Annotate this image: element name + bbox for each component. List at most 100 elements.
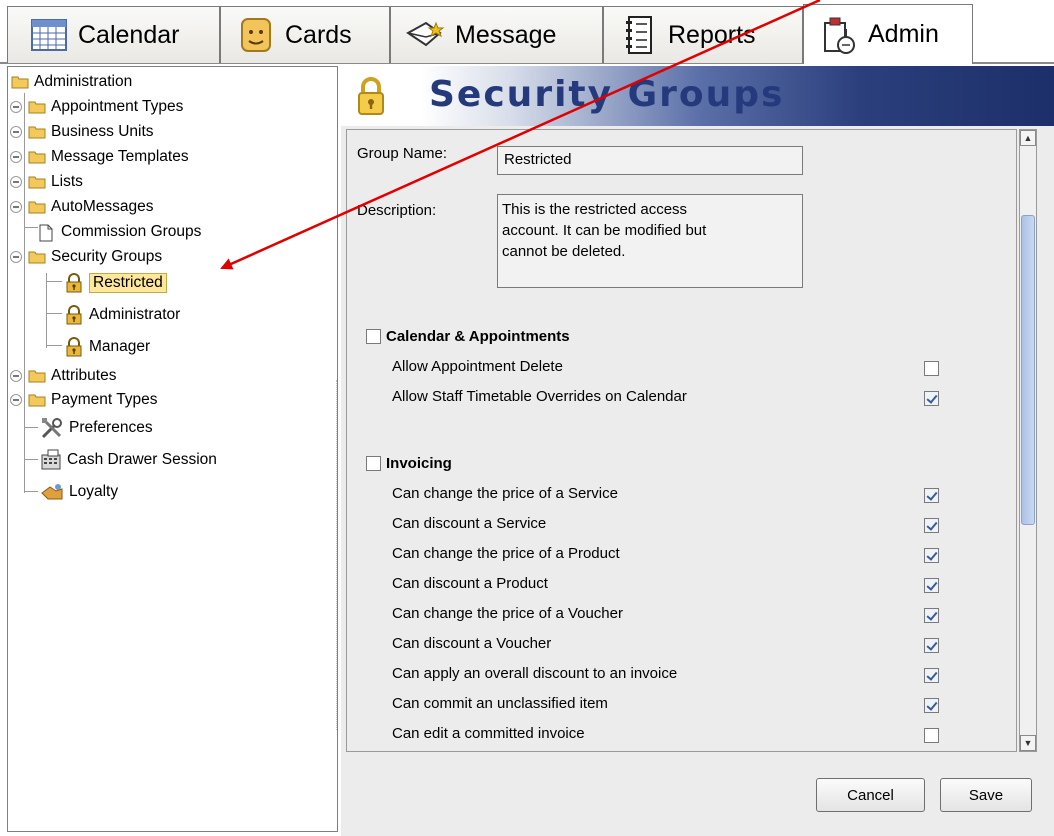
permission-checkbox[interactable] <box>924 518 939 533</box>
tab-reports[interactable]: Reports <box>603 6 803 63</box>
admin-clipboard-icon <box>818 14 860 56</box>
lock-icon <box>64 336 84 357</box>
save-button[interactable]: Save <box>940 778 1032 812</box>
permission-checkbox[interactable] <box>924 578 939 593</box>
permission-checkbox[interactable] <box>924 668 939 683</box>
scroll-up-icon[interactable]: ▲ <box>1020 130 1036 146</box>
permission-checkbox[interactable] <box>924 488 939 503</box>
tree-item-message-templates[interactable]: Message Templates <box>10 144 189 169</box>
tree-item-security-groups[interactable]: Security Groups <box>10 244 162 269</box>
permission-label: Allow Appointment Delete <box>392 358 563 375</box>
tab-cards[interactable]: Cards <box>220 6 390 63</box>
tree-item-attributes[interactable]: Attributes <box>10 363 116 388</box>
expand-icon[interactable] <box>10 175 22 188</box>
group-name-field[interactable]: Restricted <box>497 146 803 175</box>
document-icon <box>38 224 56 242</box>
tree-item-label: AutoMessages <box>51 197 154 215</box>
permission-row: Can edit a committed invoice <box>392 725 952 743</box>
tab-admin[interactable]: Admin <box>803 4 973 64</box>
scrollbar-thumb[interactable] <box>1021 215 1035 525</box>
tab-message[interactable]: Message <box>390 6 603 63</box>
security-group-form: Group Name: Restricted Description: This… <box>346 129 1017 752</box>
padlock-icon <box>356 76 386 121</box>
expand-icon[interactable] <box>10 369 22 382</box>
tree-item-label: Manager <box>89 337 151 355</box>
tree-connector <box>24 491 38 492</box>
tree-item-appointment-types[interactable]: Appointment Types <box>10 94 183 119</box>
permission-label: Can change the price of a Voucher <box>392 605 623 622</box>
tree-item-label: Preferences <box>69 418 153 436</box>
permission-checkbox[interactable] <box>924 728 939 743</box>
permission-checkbox[interactable] <box>924 361 939 376</box>
tree-connector <box>46 313 62 314</box>
expand-icon[interactable] <box>10 125 22 138</box>
permission-label: Can discount a Product <box>392 575 548 592</box>
permission-label: Can commit an unclassified item <box>392 695 608 712</box>
tree-item-payment-types[interactable]: Payment Types <box>10 387 158 412</box>
tree-connector <box>24 227 38 228</box>
permission-label: Can discount a Service <box>392 515 547 532</box>
tab-label: Admin <box>868 20 939 48</box>
section-title: Invoicing <box>386 455 452 472</box>
scroll-down-icon[interactable]: ▼ <box>1020 735 1036 751</box>
folder-icon <box>28 99 46 114</box>
tree-item-label: Attributes <box>51 366 117 384</box>
tree-connector <box>46 281 62 282</box>
folder-icon <box>28 392 46 407</box>
tree-item-restricted[interactable]: Restricted <box>64 270 167 295</box>
permission-row: Can change the price of a Product <box>392 545 952 563</box>
cancel-button[interactable]: Cancel <box>816 778 925 812</box>
expand-icon[interactable] <box>10 150 22 163</box>
expand-icon[interactable] <box>10 393 22 406</box>
permission-checkbox[interactable] <box>924 698 939 713</box>
tree-item-preferences[interactable]: Preferences <box>40 415 153 440</box>
form-scrollbar[interactable]: ▲ ▼ <box>1019 129 1037 752</box>
permission-row: Allow Staff Timetable Overrides on Calen… <box>392 388 952 406</box>
section-checkbox[interactable] <box>366 329 381 344</box>
folder-icon <box>28 368 46 383</box>
security-groups-panel: Security Groups Group Name: Restricted D… <box>341 66 1054 836</box>
tree-item-manager[interactable]: Manager <box>64 334 150 359</box>
folder-icon <box>28 124 46 139</box>
description-label: Description: <box>357 202 437 219</box>
tree-item-label: Lists <box>51 172 83 190</box>
tab-label: Message <box>455 20 557 49</box>
permission-row: Can discount a Product <box>392 575 952 593</box>
admin-navigation-tree: Administration Appointment Types Busines… <box>7 66 338 832</box>
tree-item-cash-drawer-session[interactable]: Cash Drawer Session <box>40 447 217 472</box>
panel-header: Security Groups <box>341 66 1054 126</box>
expand-icon[interactable] <box>10 200 22 213</box>
tree-item-loyalty[interactable]: Loyalty <box>40 479 118 504</box>
tab-calendar[interactable]: Calendar <box>7 6 220 63</box>
permission-label: Can change the price of a Service <box>392 485 618 502</box>
description-field[interactable]: This is the restricted access account. I… <box>497 194 803 288</box>
tree-item-business-units[interactable]: Business Units <box>10 119 154 144</box>
permission-row: Can apply an overall discount to an invo… <box>392 665 952 683</box>
tab-label: Calendar <box>78 20 180 49</box>
tree-item-lists[interactable]: Lists <box>10 169 83 194</box>
tree-root-administration[interactable]: Administration <box>11 69 132 94</box>
tree-item-commission-groups[interactable]: Commission Groups <box>38 219 201 244</box>
permission-checkbox[interactable] <box>924 391 939 406</box>
section-calendar-appointments: Calendar & Appointments <box>366 328 570 345</box>
permission-label: Allow Staff Timetable Overrides on Calen… <box>392 388 687 405</box>
tree-item-label: Payment Types <box>51 390 158 408</box>
section-checkbox[interactable] <box>366 456 381 471</box>
main-tab-bar: Calendar Cards Message Reports Admin <box>0 0 1054 64</box>
collapse-icon[interactable] <box>10 250 22 263</box>
permission-checkbox[interactable] <box>924 638 939 653</box>
permission-row: Can commit an unclassified item <box>392 695 952 713</box>
tree-item-label: Administrator <box>89 305 181 323</box>
permission-checkbox[interactable] <box>924 608 939 623</box>
section-invoicing: Invoicing <box>366 455 452 472</box>
permission-label: Can apply an overall discount to an invo… <box>392 665 678 682</box>
cash-register-icon <box>40 449 62 471</box>
tree-item-administrator[interactable]: Administrator <box>64 302 180 327</box>
permission-checkbox[interactable] <box>924 548 939 563</box>
permission-row: Can change the price of a Voucher <box>392 605 952 623</box>
face-card-icon <box>235 14 277 56</box>
tree-item-automessages[interactable]: AutoMessages <box>10 194 154 219</box>
expand-icon[interactable] <box>10 100 22 113</box>
section-title: Calendar & Appointments <box>386 328 570 345</box>
tab-label: Cards <box>285 20 352 49</box>
